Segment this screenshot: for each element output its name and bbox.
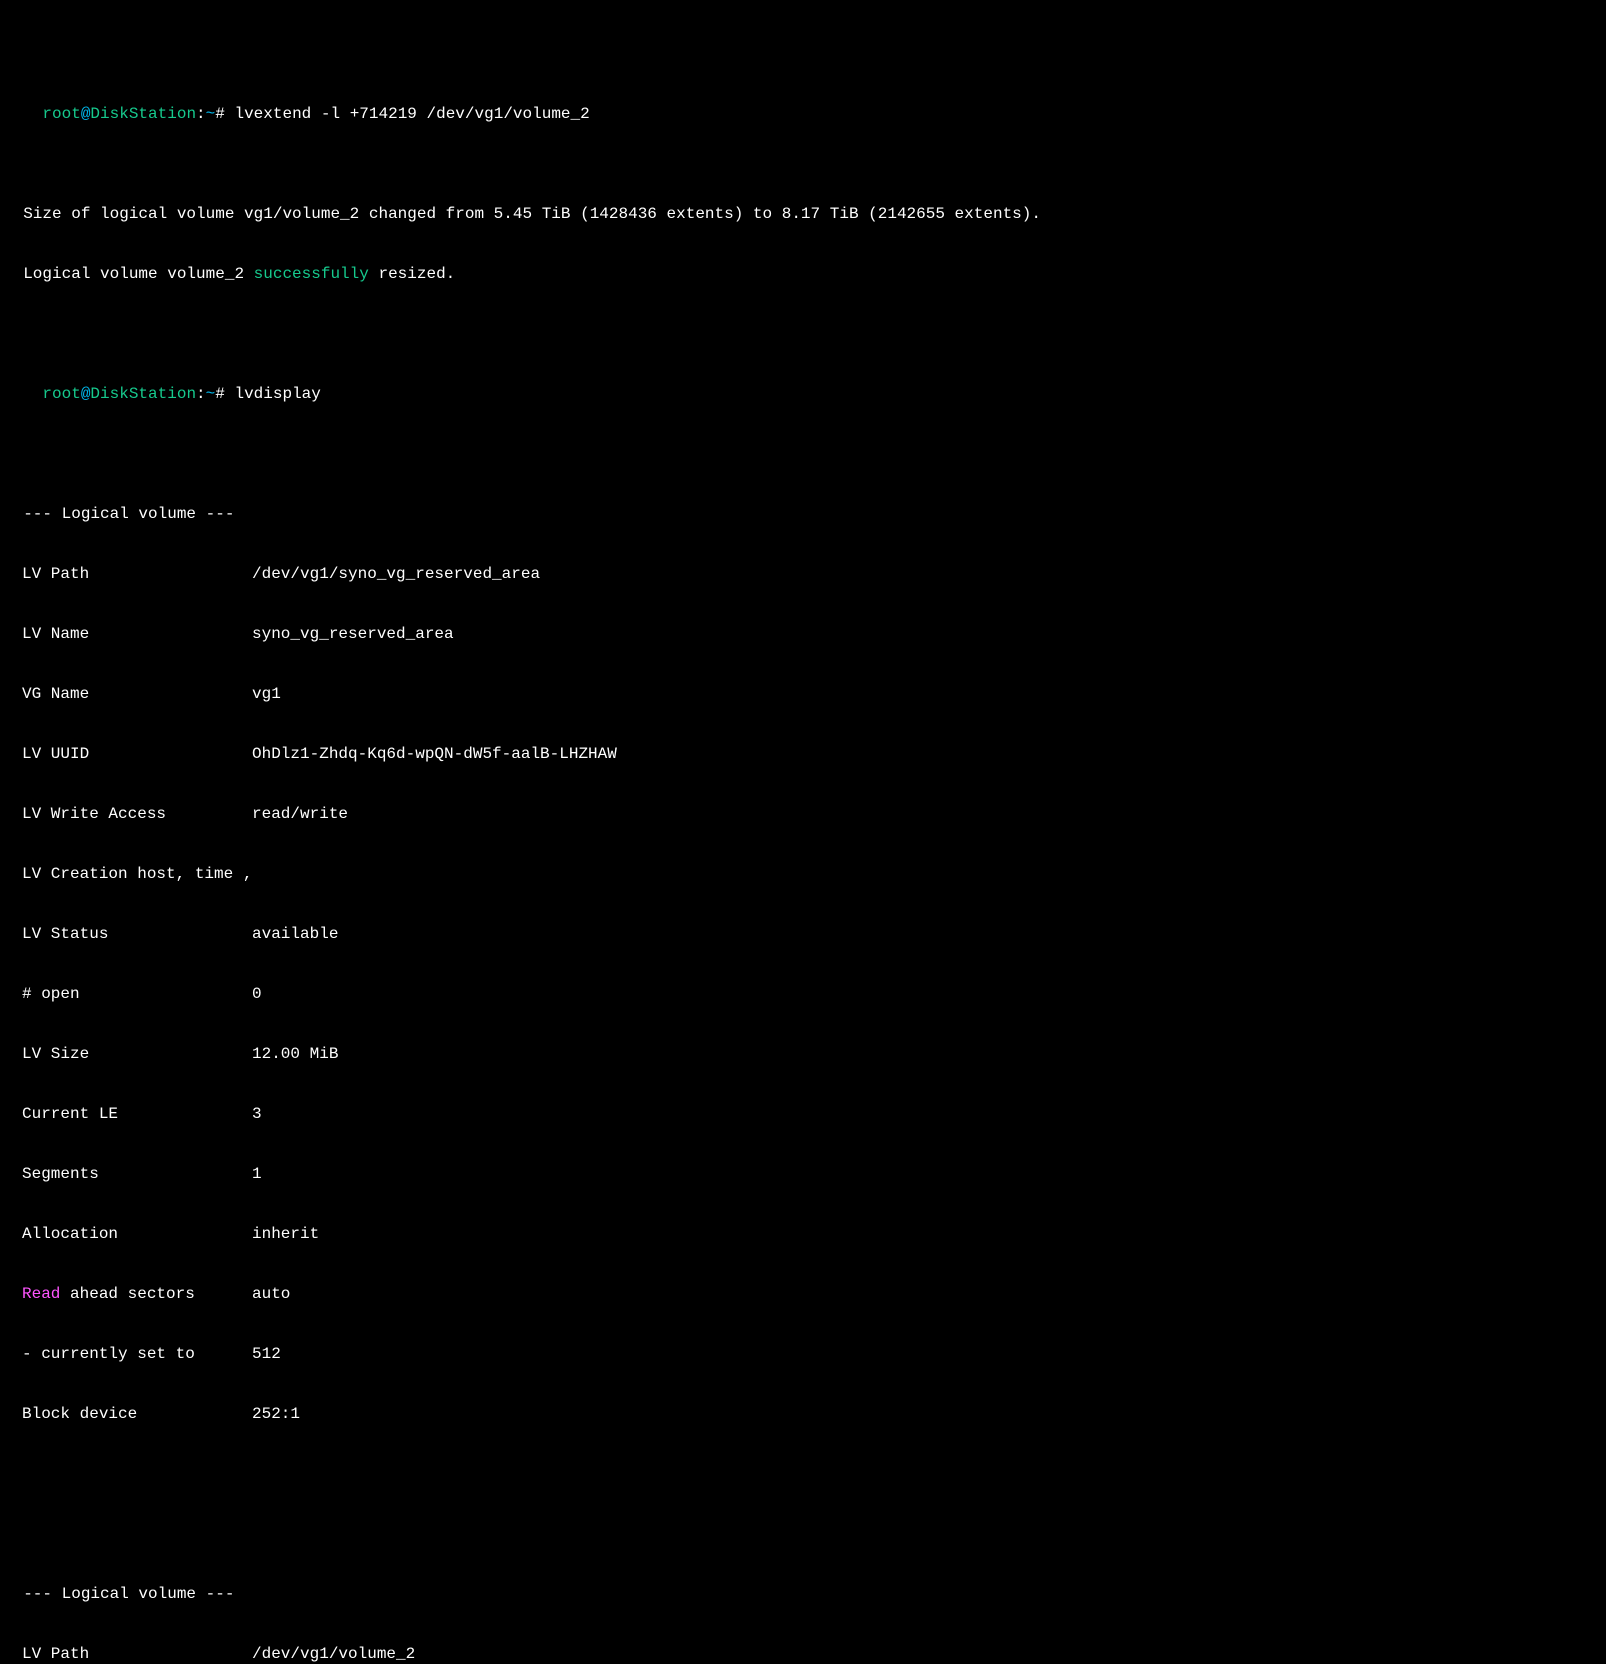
kv-value: 512 xyxy=(252,1344,281,1364)
command-text: lvdisplay xyxy=(234,385,320,403)
kv-value: 3 xyxy=(252,1104,262,1124)
read-keyword: Read xyxy=(22,1285,60,1303)
output-line: Size of logical volume vg1/volume_2 chan… xyxy=(4,204,1602,224)
shell-line: root@DiskStation:~# lvdisplay xyxy=(4,364,1602,424)
kv-row: LV Path/dev/vg1/syno_vg_reserved_area xyxy=(4,564,1602,584)
kv-row: LV Path/dev/vg1/volume_2 xyxy=(4,1644,1602,1664)
kv-value: 0 xyxy=(252,984,262,1004)
kv-row: Allocationinherit xyxy=(4,1224,1602,1244)
kv-label: Segments xyxy=(22,1164,252,1184)
kv-row: Read ahead sectorsauto xyxy=(4,1284,1602,1304)
prompt-path: ~ xyxy=(206,385,216,403)
kv-label: # open xyxy=(22,984,252,1004)
kv-label: LV Name xyxy=(22,624,252,644)
kv-value: 12.00 MiB xyxy=(252,1044,338,1064)
shell-line: root@DiskStation:~# lvextend -l +714219 … xyxy=(4,84,1602,144)
prompt-user: root xyxy=(42,385,80,403)
prompt-user: root xyxy=(42,105,80,123)
output-text: Logical volume volume_2 xyxy=(4,265,254,283)
kv-row: # open0 xyxy=(4,984,1602,1004)
kv-label: LV Creation host, time , xyxy=(22,864,252,884)
section-header: --- Logical volume --- xyxy=(4,1584,1602,1604)
kv-value: inherit xyxy=(252,1224,319,1244)
command-text: lvextend -l +714219 /dev/vg1/volume_2 xyxy=(234,105,589,123)
kv-value: available xyxy=(252,924,338,944)
kv-value: syno_vg_reserved_area xyxy=(252,624,454,644)
prompt-sep: : xyxy=(196,105,206,123)
kv-label: Read ahead sectors xyxy=(22,1284,252,1304)
terminal[interactable]: root@DiskStation:~# lvextend -l +714219 … xyxy=(0,0,1606,1664)
output-text: resized. xyxy=(369,265,455,283)
kv-row: Block device252:1 xyxy=(4,1404,1602,1424)
kv-label: LV Status xyxy=(22,924,252,944)
kv-value: 1 xyxy=(252,1164,262,1184)
kv-row: Segments1 xyxy=(4,1164,1602,1184)
kv-label: Current LE xyxy=(22,1104,252,1124)
output-success: successfully xyxy=(254,265,369,283)
prompt-path: ~ xyxy=(206,105,216,123)
kv-value: OhDlz1-Zhdq-Kq6d-wpQN-dW5f-aalB-LHZHAW xyxy=(252,744,617,764)
prompt-host: DiskStation xyxy=(90,105,196,123)
prompt-hash: # xyxy=(215,105,234,123)
section-header: --- Logical volume --- xyxy=(4,504,1602,524)
kv-label: Allocation xyxy=(22,1224,252,1244)
kv-row: Current LE3 xyxy=(4,1104,1602,1124)
kv-label: LV Path xyxy=(22,1644,252,1664)
kv-row: LV Statusavailable xyxy=(4,924,1602,944)
kv-label-rest: ahead sectors xyxy=(60,1285,194,1303)
prompt-sep: : xyxy=(196,385,206,403)
kv-row: LV Namesyno_vg_reserved_area xyxy=(4,624,1602,644)
prompt-at: @ xyxy=(81,385,91,403)
kv-label: LV Size xyxy=(22,1044,252,1064)
kv-row: LV Write Accessread/write xyxy=(4,804,1602,824)
kv-label: LV UUID xyxy=(22,744,252,764)
kv-row: VG Namevg1 xyxy=(4,684,1602,704)
kv-value: /dev/vg1/volume_2 xyxy=(252,1644,415,1664)
kv-row: LV UUIDOhDlz1-Zhdq-Kq6d-wpQN-dW5f-aalB-L… xyxy=(4,744,1602,764)
kv-label: VG Name xyxy=(22,684,252,704)
prompt-hash: # xyxy=(215,385,234,403)
blank-line xyxy=(4,1484,1602,1504)
kv-value: read/write xyxy=(252,804,348,824)
prompt-host: DiskStation xyxy=(90,385,196,403)
kv-row: LV Creation host, time , xyxy=(4,864,1602,884)
kv-label: LV Write Access xyxy=(22,804,252,824)
kv-value: vg1 xyxy=(252,684,281,704)
kv-label: Block device xyxy=(22,1404,252,1424)
kv-label: - currently set to xyxy=(22,1344,252,1364)
kv-value: /dev/vg1/syno_vg_reserved_area xyxy=(252,564,540,584)
kv-row: - currently set to512 xyxy=(4,1344,1602,1364)
output-line: Logical volume volume_2 successfully res… xyxy=(4,264,1602,284)
kv-label: LV Path xyxy=(22,564,252,584)
kv-value: 252:1 xyxy=(252,1404,300,1424)
kv-row: LV Size12.00 MiB xyxy=(4,1044,1602,1064)
kv-value: auto xyxy=(252,1284,290,1304)
prompt-at: @ xyxy=(81,105,91,123)
